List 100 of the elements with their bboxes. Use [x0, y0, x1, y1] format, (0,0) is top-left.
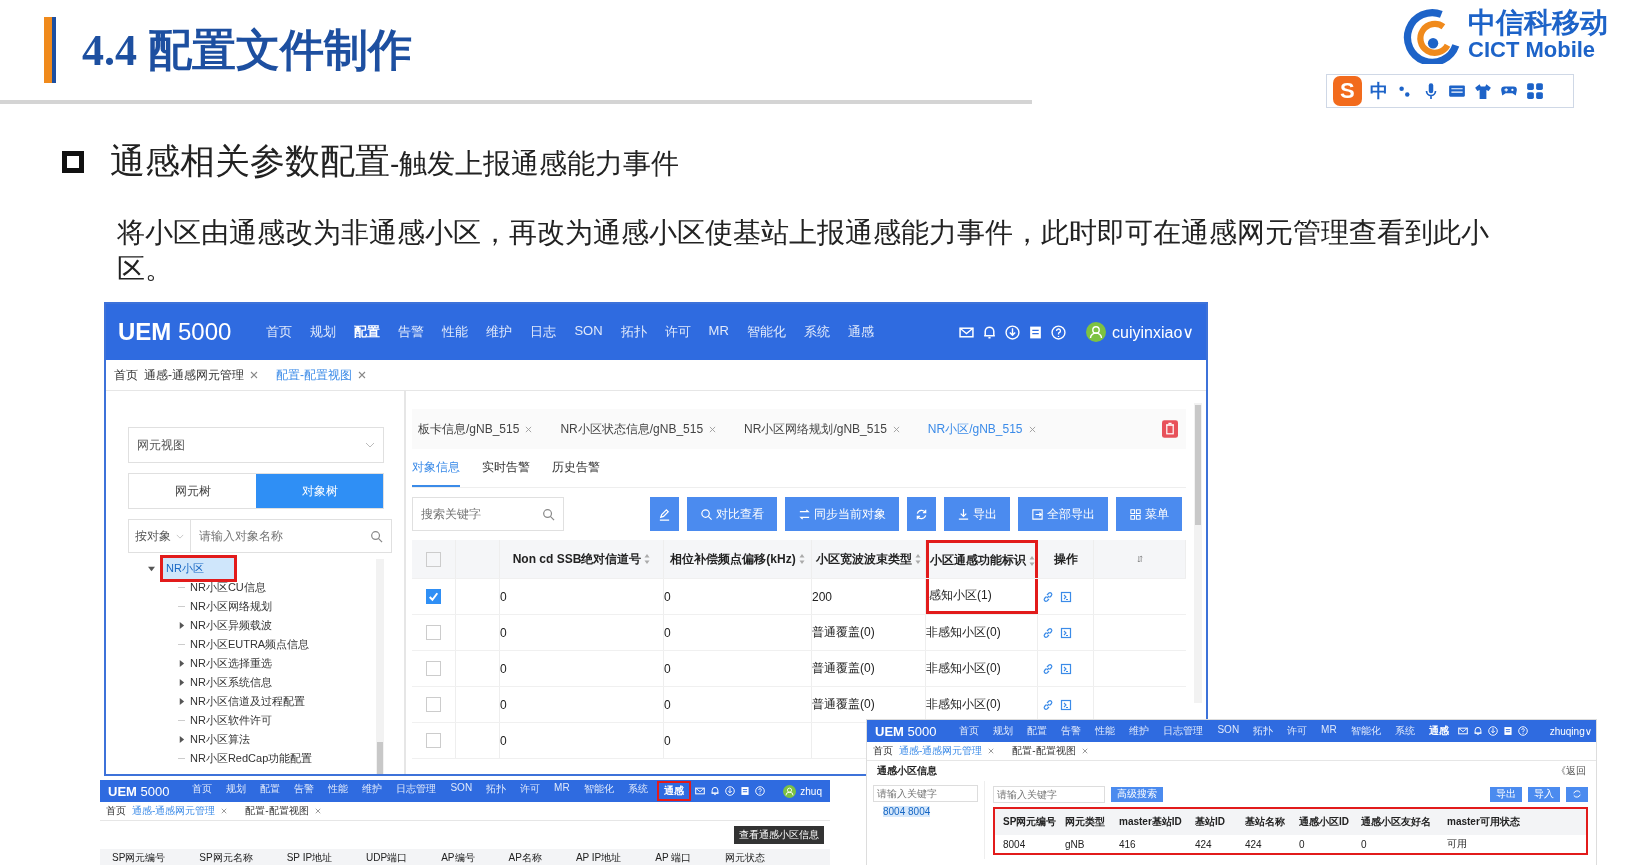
tree-node[interactable]: NR小区网络规划 [190, 599, 272, 614]
tree-node[interactable]: NR小区选择重选 [190, 656, 272, 671]
document-tab[interactable]: 板卡信息/gNB_515 [418, 420, 520, 438]
app-logo[interactable]: UEM 5000 [108, 783, 170, 799]
user-menu[interactable]: cuiyinxiao∨ [1112, 322, 1194, 342]
user-menu[interactable]: zhuq [800, 785, 822, 797]
nav-tab[interactable]: 通感 [656, 781, 691, 801]
language-mode-toggle[interactable]: 中 [1369, 79, 1388, 103]
nav-tab[interactable]: 维护 [357, 781, 388, 801]
tree-node[interactable]: NR小区CU信息 [190, 580, 266, 595]
document-tab[interactable]: NR小区/gNB_515 [927, 420, 1023, 438]
tree-node[interactable]: 8004 8004 [883, 806, 931, 817]
tree-node[interactable]: NR小区算法 [190, 732, 250, 747]
tree-node[interactable]: NR小区系统信息 [190, 675, 272, 690]
nav-tab[interactable]: SON [445, 781, 478, 801]
breadcrumb-tab[interactable]: 配置-配置视图 [276, 366, 352, 384]
nav-tab[interactable]: 首页 [259, 321, 300, 343]
toolbar-button[interactable]: 导出 [944, 497, 1010, 531]
document-tab[interactable]: NR小区状态信息/gNB_515 [560, 420, 704, 438]
tree-node[interactable]: NR小区异频载波 [190, 618, 272, 633]
nav-tab[interactable]: 拓扑 [481, 781, 512, 801]
nav-tab[interactable]: SON [1212, 723, 1245, 739]
breadcrumb-tab[interactable]: 通感-通感网元管理 [132, 804, 216, 818]
nav-tab[interactable]: 许可 [1282, 723, 1313, 739]
breadcrumb-tab[interactable]: 通感-通感网元管理 [144, 366, 244, 384]
nav-tab[interactable]: 智能化 [578, 781, 619, 801]
nav-tab[interactable]: 规划 [303, 321, 344, 343]
nav-tab[interactable]: 智能化 [1345, 723, 1386, 739]
sub-tab[interactable]: 历史告警 [552, 449, 600, 487]
tree-node[interactable]: NR小区信道及过程配置 [190, 694, 305, 709]
toolbar-button[interactable]: 全部导出 [1018, 497, 1108, 531]
nav-tab[interactable]: 配置 [347, 321, 388, 343]
column-header[interactable]: 小区通感功能标识 [929, 552, 1026, 569]
nav-tab[interactable]: 拓扑 [613, 321, 654, 343]
advanced-search-button[interactable]: 高级搜索 [1111, 786, 1163, 802]
user-menu[interactable]: zhuqing∨ [1549, 725, 1593, 737]
nav-tab[interactable]: 维护 [479, 321, 520, 343]
nav-tab[interactable]: 日志管理 [391, 781, 442, 801]
nav-tab[interactable]: 系统 [622, 781, 653, 801]
nav-tab[interactable]: 规划 [221, 781, 252, 801]
view-select[interactable]: 网元视图 [128, 427, 384, 463]
nav-tab[interactable]: SON [567, 321, 610, 343]
app-logo[interactable]: UEM 5000 [875, 723, 937, 739]
nav-tab[interactable]: 许可 [657, 321, 698, 343]
nav-tab[interactable]: 通感 [840, 321, 881, 343]
sub-tab[interactable]: 实时告警 [482, 449, 530, 487]
input-method-logo[interactable]: S [1333, 76, 1362, 106]
tree-node[interactable]: NR小区软件许可 [190, 713, 272, 728]
column-header[interactable]: 操作 [1053, 550, 1078, 568]
nav-tab[interactable]: 告警 [289, 781, 320, 801]
search-box[interactable]: 请输入对象名称 [191, 519, 392, 553]
nav-tab[interactable]: 拓扑 [1248, 723, 1279, 739]
nav-tab[interactable]: 配置 [255, 781, 286, 801]
breadcrumb-tab[interactable]: 配置-配置视图 [1012, 744, 1076, 758]
nav-tab[interactable]: 日志 [523, 321, 564, 343]
nav-tab[interactable]: 性能 [435, 321, 476, 343]
view-toggle-tab[interactable]: 对象树 [256, 474, 383, 508]
breadcrumb-tab[interactable]: 首页 [106, 804, 126, 818]
keyword-search-field[interactable]: 请输入关键字 [994, 786, 1104, 802]
nav-tab[interactable]: MR [549, 781, 575, 801]
sub-tab[interactable]: 对象信息 [412, 449, 460, 487]
nav-tab[interactable]: 性能 [323, 781, 354, 801]
search-box[interactable]: 搜索关键字 [412, 497, 564, 531]
nav-tab[interactable]: 系统 [1389, 723, 1420, 739]
object-search-field[interactable]: 请输入对象名称 [191, 520, 362, 552]
keyword-search-field[interactable]: 搜索关键字 [413, 498, 534, 530]
nav-tab[interactable]: MR [701, 321, 736, 343]
nav-tab[interactable]: 性能 [1090, 723, 1121, 739]
filter-dropdown[interactable]: 按对象 [128, 519, 191, 553]
import-button[interactable]: 导入 [1528, 786, 1560, 802]
tree-node[interactable]: NR小区RedCap功能配置 [190, 751, 313, 766]
breadcrumb-tab[interactable]: 首页 [114, 366, 138, 384]
tree-search-field[interactable]: 请输入关键字 [874, 786, 977, 801]
export-button[interactable]: 导出 [1490, 786, 1522, 802]
nav-tab[interactable]: 首页 [954, 723, 985, 739]
toolbar-button[interactable]: 同步当前对象 [785, 497, 899, 531]
back-link[interactable]: 《返回 [1556, 764, 1586, 778]
nav-tab[interactable]: 首页 [187, 781, 218, 801]
breadcrumb-tab[interactable]: 通感-通感网元管理 [899, 744, 983, 758]
nav-tab[interactable]: 规划 [988, 723, 1019, 739]
breadcrumb-tab[interactable]: 配置-配置视图 [245, 804, 309, 818]
nav-tab[interactable]: 告警 [1056, 723, 1087, 739]
nav-tab[interactable]: 智能化 [739, 321, 793, 343]
document-tab[interactable]: NR小区网络规划/gNB_515 [744, 420, 887, 438]
app-logo[interactable]: UEM 5000 [118, 318, 232, 346]
column-header[interactable]: Non cd SSB绝对信道号 [512, 550, 642, 568]
column-header[interactable]: 相位补偿频点偏移(kHz) [670, 550, 796, 568]
nav-tab[interactable]: 告警 [391, 321, 432, 343]
nav-tab[interactable]: 配置 [1022, 723, 1053, 739]
view-toggle-tab[interactable]: 网元树 [129, 474, 256, 508]
nav-tab[interactable]: 维护 [1124, 723, 1155, 739]
nav-tab[interactable]: 通感 [1423, 723, 1454, 739]
nav-tab[interactable]: 系统 [796, 321, 837, 343]
toolbar-button[interactable]: 对比查看 [687, 497, 777, 531]
toolbar-button[interactable]: 菜单 [1116, 497, 1182, 531]
tree-node[interactable]: NR小区EUTRA频点信息 [190, 637, 310, 652]
tree-node[interactable]: NR小区 [160, 555, 237, 582]
column-header[interactable]: 小区宽波波束类型 [816, 550, 912, 568]
nav-tab[interactable]: MR [1316, 723, 1342, 739]
nav-tab[interactable]: 日志管理 [1158, 723, 1209, 739]
